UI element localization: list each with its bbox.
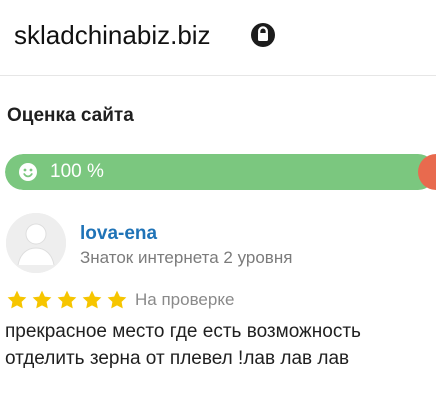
lock-icon: [251, 23, 275, 47]
review-text: прекрасное место где есть возможность от…: [5, 321, 361, 369]
review-status: На проверке: [135, 290, 235, 309]
star-icon: [82, 290, 102, 309]
review-page: skladchinabiz.biz Оценка сайта 100 % lov…: [0, 0, 436, 404]
site-rating-title: Оценка сайта: [7, 105, 134, 126]
smile-icon: [19, 163, 37, 181]
star-icon: [57, 290, 77, 309]
site-rating-bar: 100 %: [5, 154, 436, 190]
rating-percent: 100 %: [50, 161, 104, 182]
reviewer-avatar[interactable]: [6, 213, 66, 273]
review-stars: [5, 289, 129, 311]
star-icon: [107, 290, 127, 309]
user-avatar-icon: [6, 213, 66, 273]
reviewer-name-link[interactable]: lova-ena: [80, 222, 157, 246]
star-icon: [7, 290, 27, 309]
site-header: skladchinabiz.biz: [0, 0, 436, 76]
star-icon: [32, 290, 52, 309]
site-name: skladchinabiz.biz: [14, 20, 211, 50]
reviewer-rank: Знаток интернета 2 уровня: [80, 248, 293, 267]
